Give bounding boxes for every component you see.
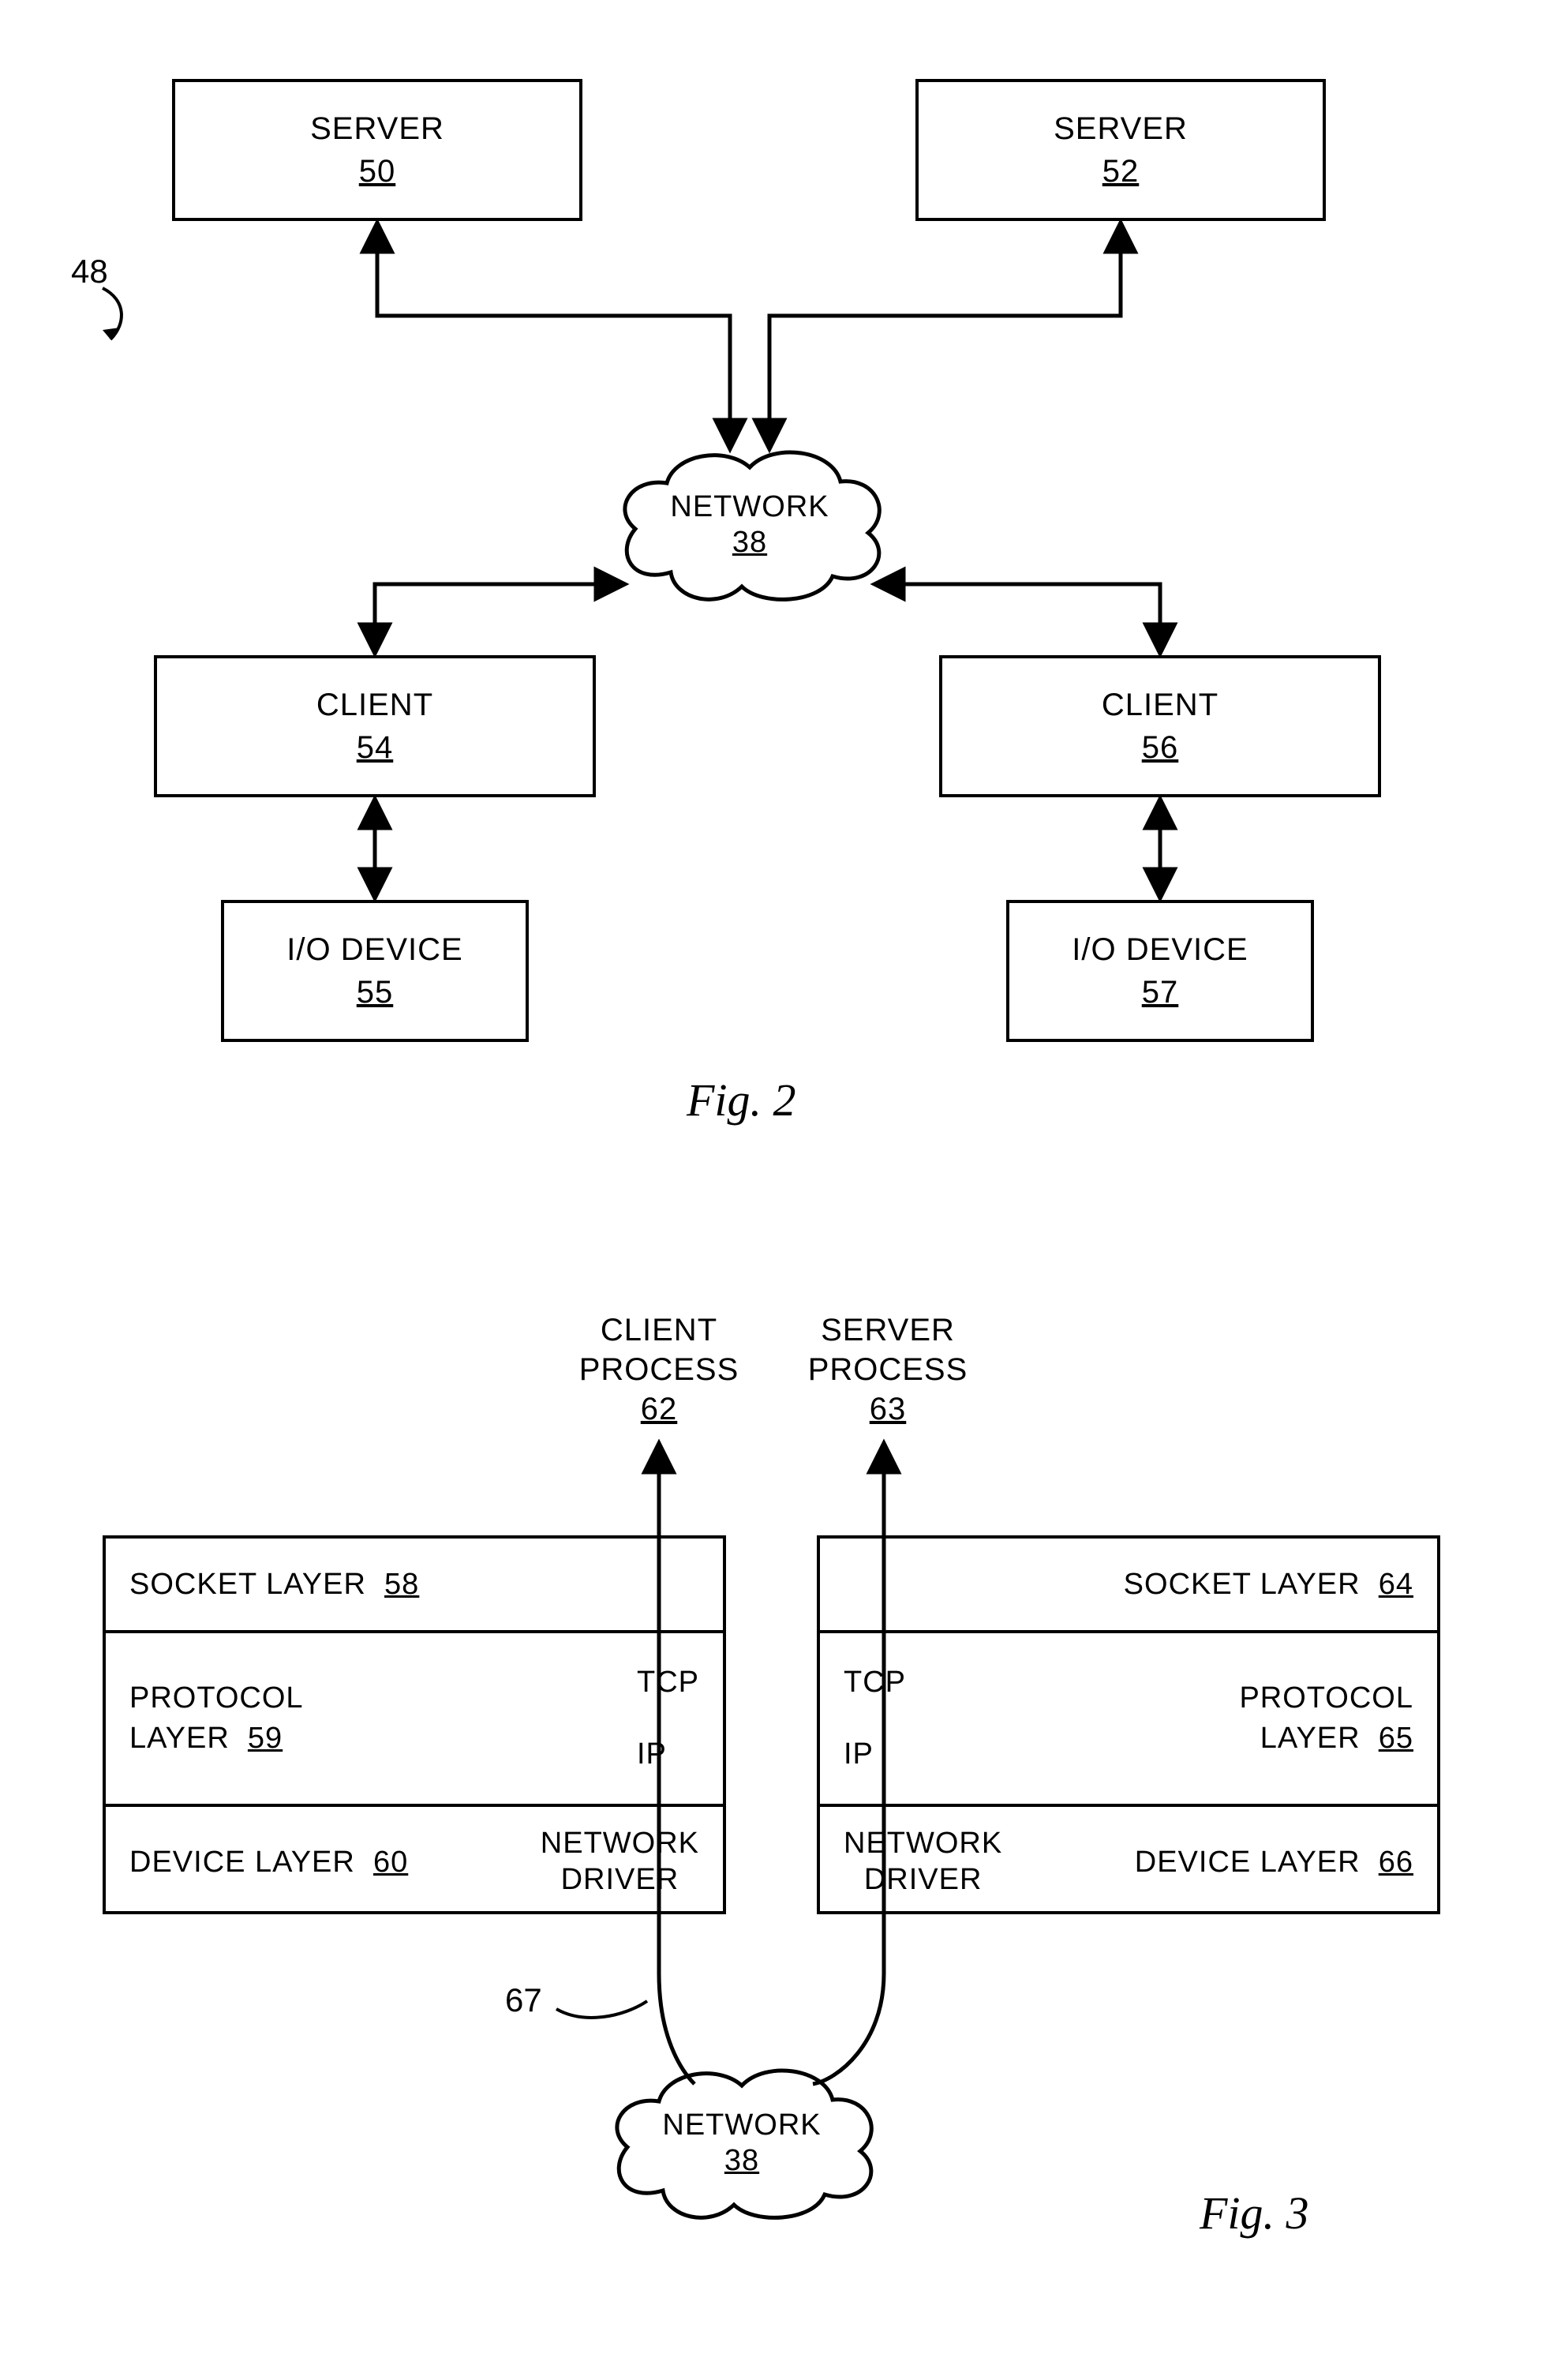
fig3-arrows	[0, 0, 1546, 2380]
fig3-caption: Fig. 3	[1200, 2187, 1309, 2239]
ref-67: 67	[505, 1981, 542, 2019]
ref-67-leader	[552, 1981, 655, 2029]
diagram-page: SERVER 50 SERVER 52 48 NETWORK 38 CLIENT…	[0, 0, 1546, 2380]
